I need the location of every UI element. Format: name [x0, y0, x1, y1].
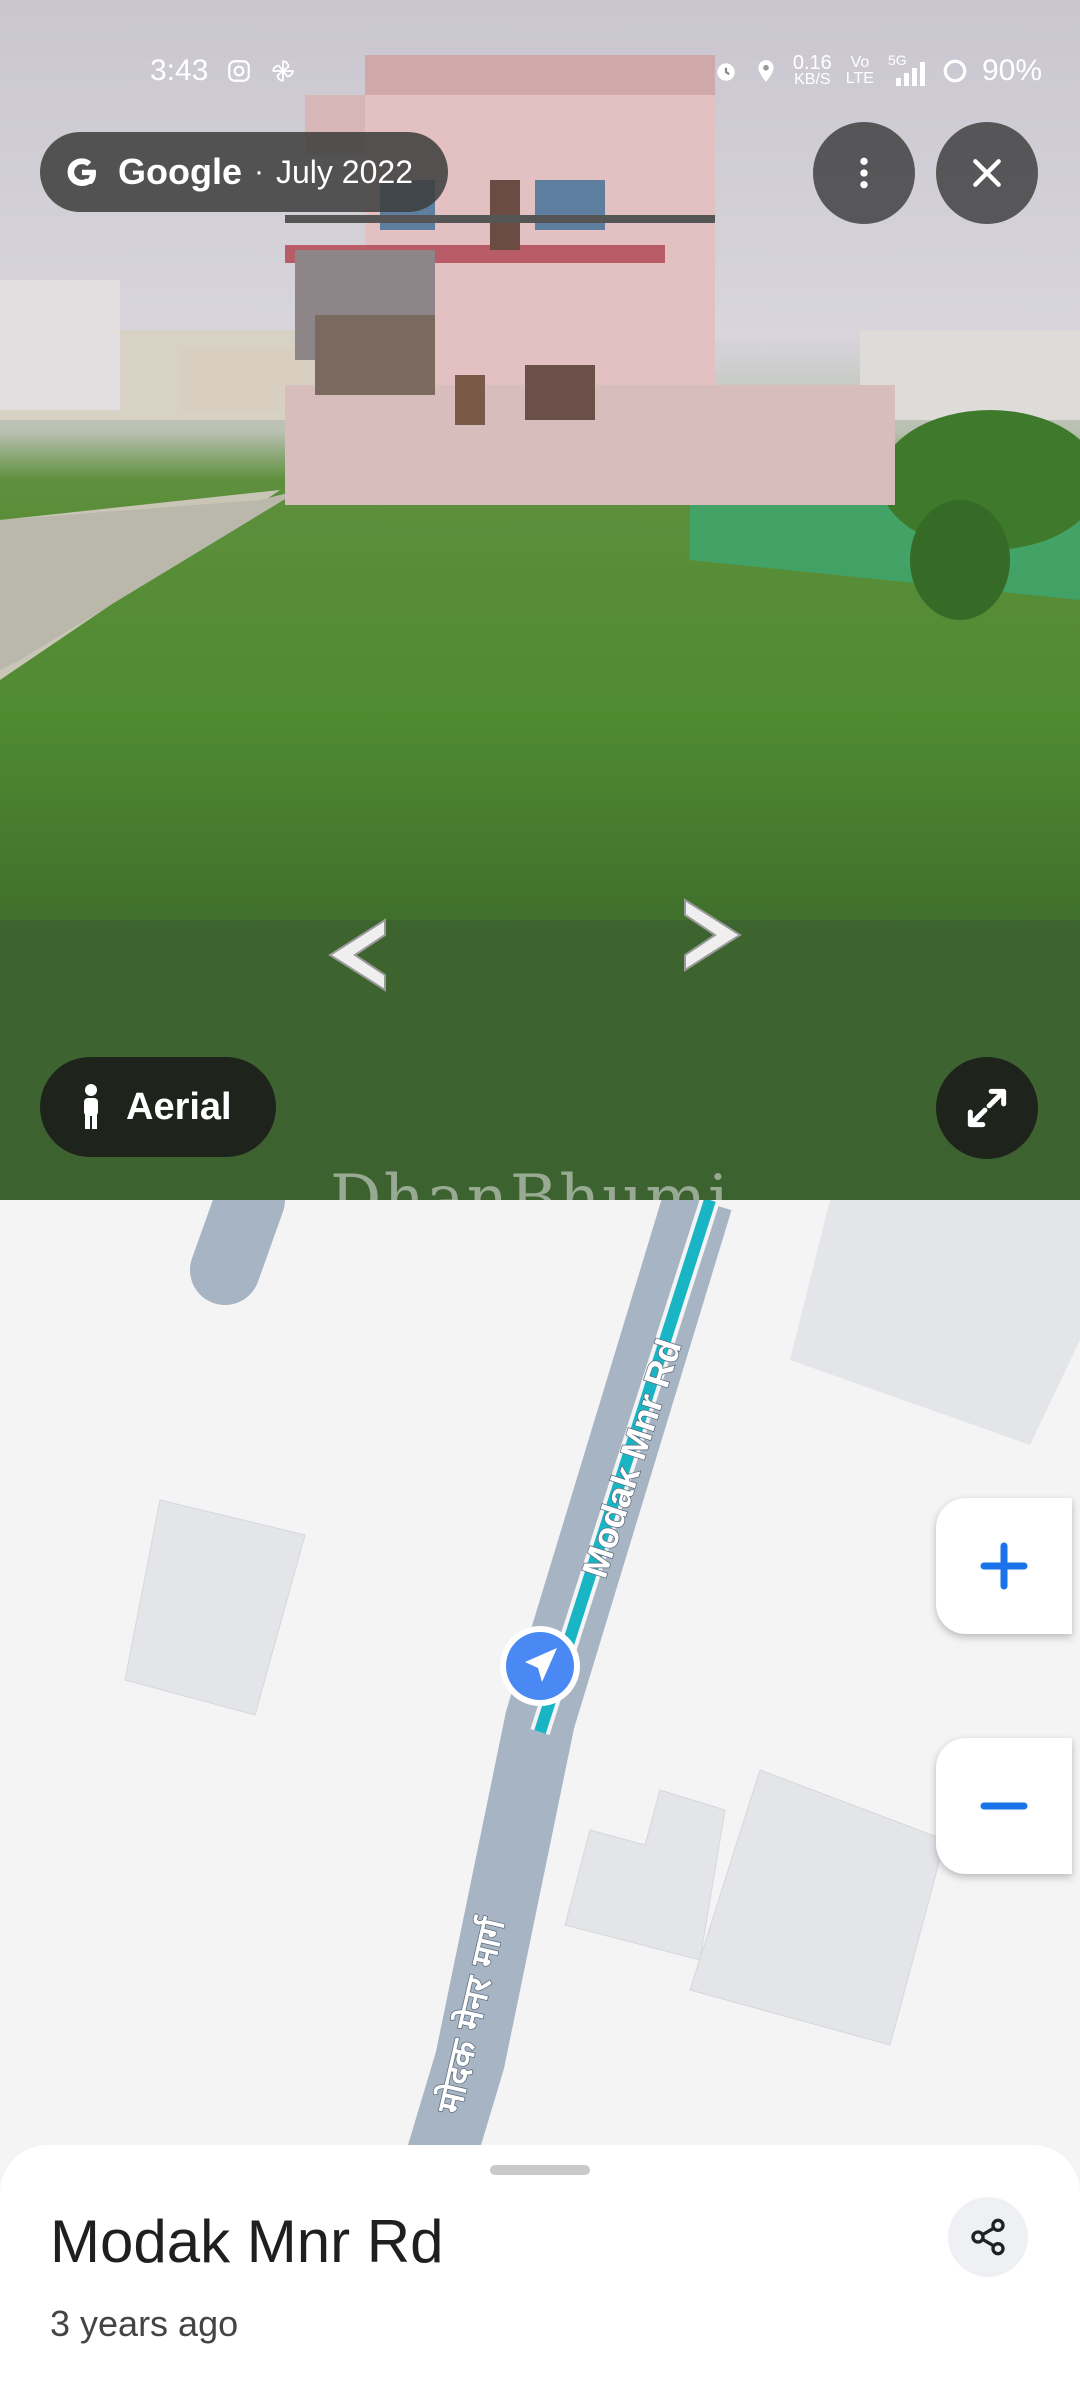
- share-button[interactable]: [948, 2197, 1028, 2277]
- map-canvas: Modak Mnr Rd मोदक मेनर मार्ग: [124, 1200, 1080, 2160]
- imagery-date: July 2022: [276, 153, 413, 190]
- zoom-in-button[interactable]: [936, 1498, 1072, 1634]
- building-shape: [790, 1200, 1080, 1445]
- instagram-icon: [228, 60, 251, 82]
- pinwheel-icon: [272, 60, 295, 82]
- location-marker[interactable]: [500, 1626, 580, 1706]
- building-shape: [124, 1499, 306, 1716]
- battery-icon: [943, 59, 967, 83]
- side-road: [190, 1200, 285, 1305]
- imagery-brand: Google: [118, 151, 242, 192]
- map-view[interactable]: Modak Mnr Rd मोदक मेनर मार्ग: [0, 1200, 1080, 2160]
- net-speed: 0.16 KB/S: [792, 52, 832, 88]
- place-bottom-sheet[interactable]: Modak Mnr Rd 3 years ago: [0, 2145, 1080, 2400]
- more-vert-icon: [860, 157, 868, 189]
- imagery-date-pill[interactable]: Google · July 2022: [40, 132, 448, 212]
- volte-top: Vo: [850, 54, 870, 71]
- volte-indicator: Vo LTE: [846, 55, 874, 87]
- separator-dot: ·: [254, 155, 264, 188]
- imagery-age: 3 years ago: [50, 2303, 239, 2344]
- building-shape: [564, 1789, 726, 1961]
- signal-icon: [895, 62, 925, 86]
- aerial-label: Aerial: [126, 1085, 232, 1128]
- close-icon: [973, 159, 1001, 187]
- move-forward-arrow[interactable]: [665, 895, 745, 975]
- signal-group: 5G: [888, 52, 928, 86]
- alarm-icon: [717, 63, 735, 81]
- building-shape: [689, 1769, 946, 2046]
- close-button[interactable]: [936, 122, 1038, 224]
- net-speed-value: 0.16: [792, 52, 832, 74]
- chevron-left-icon: [328, 918, 386, 992]
- aerial-button[interactable]: Aerial: [40, 1057, 276, 1157]
- volte-bottom: LTE: [845, 70, 874, 87]
- plus-icon: [980, 1542, 1028, 1590]
- expand-button[interactable]: [936, 1057, 1038, 1159]
- expand-icon: [967, 1088, 1007, 1128]
- move-back-arrow[interactable]: [325, 915, 405, 995]
- more-options-button[interactable]: [813, 122, 915, 224]
- location-icon: [758, 60, 774, 82]
- pegman-icon: [84, 1084, 98, 1129]
- google-g-icon: [67, 158, 96, 186]
- street-view-panorama[interactable]: 3:43 0.16 KB/S Vo LTE 5G 90% Google · Ju…: [0, 0, 1080, 1200]
- minus-icon: [980, 1802, 1028, 1810]
- battery-level: 90%: [981, 54, 1042, 87]
- chevron-right-icon: [684, 898, 742, 972]
- drag-handle[interactable]: [490, 2165, 590, 2175]
- house-image: [285, 55, 895, 505]
- zoom-out-button[interactable]: [936, 1738, 1072, 1874]
- place-title: Modak Mnr Rd: [50, 2208, 444, 2275]
- status-bar: 3:43 0.16 KB/S Vo LTE 5G 90%: [0, 46, 1080, 98]
- net-speed-unit: KB/S: [794, 71, 831, 88]
- share-icon: [971, 2218, 1005, 2256]
- status-time: 3:43: [150, 54, 209, 87]
